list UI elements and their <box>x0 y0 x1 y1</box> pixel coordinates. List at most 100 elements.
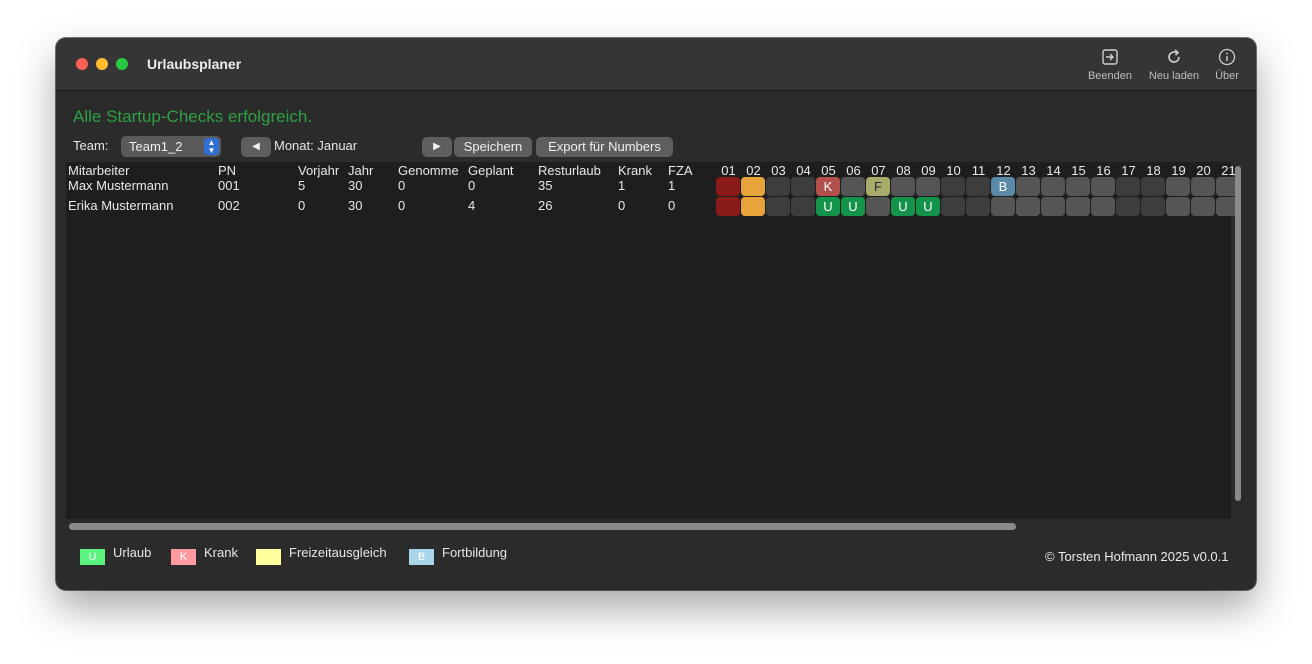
day-cell-bridge[interactable] <box>741 197 765 216</box>
copyright: © Torsten Hofmann 2025 v0.0.1 <box>1045 549 1229 564</box>
day-cell-urlaub[interactable]: U <box>841 197 865 216</box>
header-col-prev-year: Vorjahr <box>298 163 340 178</box>
day-cell-weekend[interactable] <box>941 177 965 196</box>
reload-label: Neu laden <box>1148 70 1200 82</box>
header-day-02: 02 <box>746 163 761 178</box>
vertical-scrollbar[interactable] <box>1235 166 1241 501</box>
day-cell-weekend[interactable] <box>966 197 990 216</box>
day-cell-workday[interactable] <box>1191 197 1215 216</box>
exit-icon <box>1102 49 1118 65</box>
header-day-07: 07 <box>871 163 886 178</box>
quit-label: Beenden <box>1087 70 1133 82</box>
save-button[interactable]: Speichern <box>454 137 532 157</box>
chevron-updown-icon: ▲ ▼ <box>204 138 219 155</box>
day-cell-weekend[interactable] <box>1141 197 1165 216</box>
minimize-window-button[interactable] <box>96 58 108 70</box>
cell-col-prev-year: 5 <box>298 178 306 193</box>
about-label: Über <box>1215 70 1239 82</box>
day-cell-weekend[interactable] <box>791 197 815 216</box>
day-cell-holiday[interactable] <box>716 197 740 216</box>
cell-col-remaining: 35 <box>538 178 553 193</box>
day-cell-krank[interactable]: K <box>816 177 840 196</box>
maximize-window-button[interactable] <box>116 58 128 70</box>
header-col-year: Jahr <box>348 163 374 178</box>
day-cell-weekend[interactable] <box>1116 197 1140 216</box>
cell-col-remaining: 26 <box>538 198 553 213</box>
legend-swatch-krank: K <box>171 549 196 565</box>
month-label: Monat: Januar <box>274 138 358 153</box>
day-cell-weekend[interactable] <box>941 197 965 216</box>
day-cell-fza[interactable]: F <box>866 177 890 196</box>
next-month-button[interactable]: ▶ <box>422 137 452 157</box>
team-select[interactable]: Team1_2 ▲ ▼ <box>121 136 221 157</box>
team-select-value: Team1_2 <box>129 139 183 154</box>
day-cell-fortbildung[interactable]: B <box>991 177 1015 196</box>
reload-icon <box>1168 49 1180 63</box>
day-cell-workday[interactable] <box>1041 177 1065 196</box>
day-cell-workday[interactable] <box>991 197 1015 216</box>
cell-col-taken: 0 <box>398 198 406 213</box>
legend-swatch-urlaub: U <box>80 549 105 565</box>
cell-col-taken: 0 <box>398 178 406 193</box>
day-cell-workday[interactable] <box>1091 177 1115 196</box>
header-col-sick: Krank <box>618 163 652 178</box>
header-day-20: 20 <box>1196 163 1211 178</box>
export-numbers-button[interactable]: Export für Numbers <box>536 137 673 157</box>
quit-button[interactable]: Beenden <box>1084 48 1136 82</box>
cell-col-pn: 001 <box>218 178 240 193</box>
header-col-fza: FZA <box>668 163 693 178</box>
cell-col-year: 30 <box>348 178 363 193</box>
header-col-employee: Mitarbeiter <box>68 163 130 178</box>
vacation-table[interactable]: Mitarbeiter PN Vorjahr Jahr Genomme Geplant Re… <box>66 162 1240 519</box>
day-cell-urlaub[interactable]: U <box>891 197 915 216</box>
legend-label-krank: Krank <box>204 545 238 560</box>
day-cell-workday[interactable] <box>1066 197 1090 216</box>
day-cell-weekend[interactable] <box>966 177 990 196</box>
header-day-10: 10 <box>946 163 961 178</box>
day-cell-workday[interactable] <box>1166 177 1190 196</box>
header-day-04: 04 <box>796 163 811 178</box>
day-cell-weekend[interactable] <box>1116 177 1140 196</box>
day-cell-weekend[interactable] <box>791 177 815 196</box>
header-day-05: 05 <box>821 163 836 178</box>
day-cell-workday[interactable] <box>1066 177 1090 196</box>
horizontal-scrollbar[interactable] <box>69 523 1016 530</box>
about-button[interactable]: Über <box>1209 48 1245 82</box>
title-bar: Urlaubsplaner Beenden Neu laden Über <box>56 38 1256 91</box>
header-col-pn: PN <box>218 163 237 178</box>
day-cell-workday[interactable] <box>1016 197 1040 216</box>
cell-col-prev-year: 0 <box>298 198 306 213</box>
day-cell-workday[interactable] <box>1016 177 1040 196</box>
close-window-button[interactable] <box>76 58 88 70</box>
day-cell-workday[interactable] <box>891 177 915 196</box>
day-cell-workday[interactable] <box>1041 197 1065 216</box>
day-cell-workday[interactable] <box>916 177 940 196</box>
header-day-16: 16 <box>1096 163 1111 178</box>
cell-col-employee[interactable]: Erika Mustermann <box>68 198 173 213</box>
prev-month-button[interactable]: ◀ <box>241 137 271 157</box>
header-day-14: 14 <box>1046 163 1061 178</box>
header-day-08: 08 <box>896 163 911 178</box>
day-cell-workday[interactable] <box>1166 197 1190 216</box>
reload-button[interactable]: Neu laden <box>1145 48 1203 82</box>
day-cell-holiday[interactable] <box>716 177 740 196</box>
day-cell-weekend[interactable] <box>766 177 790 196</box>
window-title: Urlaubsplaner <box>147 56 242 72</box>
header-day-09: 09 <box>921 163 936 178</box>
day-cell-workday[interactable] <box>1191 177 1215 196</box>
legend-label-fortbildung: Fortbildung <box>442 545 508 560</box>
day-cell-bridge[interactable] <box>741 177 765 196</box>
header-day-19: 19 <box>1171 163 1186 178</box>
header-col-remaining: Resturlaub <box>538 163 601 178</box>
header-col-taken: Genomme <box>398 163 459 178</box>
cell-col-employee[interactable]: Max Mustermann <box>68 178 168 193</box>
day-cell-urlaub[interactable]: U <box>816 197 840 216</box>
day-cell-workday[interactable] <box>841 177 865 196</box>
day-cell-weekend[interactable] <box>1141 177 1165 196</box>
day-cell-weekend[interactable] <box>766 197 790 216</box>
app-window: Urlaubsplaner Beenden Neu laden Über All… <box>56 38 1256 590</box>
day-cell-urlaub[interactable]: U <box>916 197 940 216</box>
day-cell-workday[interactable] <box>1091 197 1115 216</box>
cell-col-pn: 002 <box>218 198 240 213</box>
day-cell-workday[interactable] <box>866 197 890 216</box>
